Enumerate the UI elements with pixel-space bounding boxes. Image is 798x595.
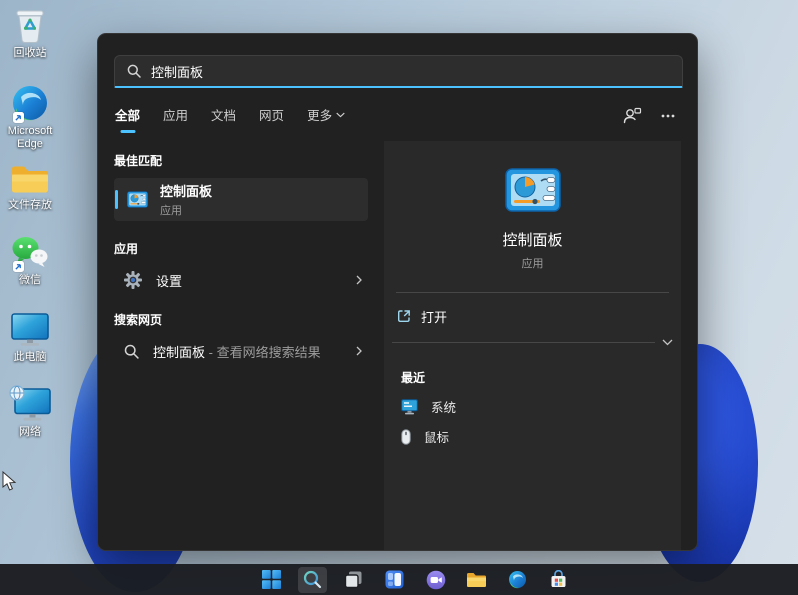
taskbar-task-view-button[interactable] [339, 567, 368, 593]
best-match-subtitle: 应用 [160, 202, 212, 218]
search-query-text: 控制面板 [151, 62, 203, 81]
preview-subtitle: 应用 [522, 255, 544, 271]
edge-icon [508, 570, 527, 589]
preview-pane: 控制面板 应用 打开 最近 系 [384, 141, 681, 550]
desktop-icon-label: Microsoft Edge [1, 125, 59, 151]
desktop-icon-label: 回收站 [14, 47, 47, 60]
taskbar-search-button[interactable] [298, 567, 327, 593]
best-match-result-control-panel[interactable]: 控制面板 应用 [114, 178, 368, 221]
result-web-search[interactable]: 控制面板 - 查看网络搜索结果 [114, 334, 368, 368]
web-result-suffix: - 查看网络搜索结果 [205, 345, 321, 360]
mouse-cursor [2, 471, 17, 492]
taskbar-chat-button[interactable] [421, 567, 450, 593]
divider [396, 292, 669, 293]
recycle-bin-icon [13, 4, 47, 44]
recent-item-mouse[interactable]: 鼠标 [384, 427, 449, 446]
wechat-icon [11, 231, 49, 271]
search-flyout: 控制面板 全部 应用 文档 网页 更多 [97, 33, 698, 551]
desktop-icon-wechat[interactable]: 微信 [0, 231, 60, 287]
result-settings[interactable]: 设置 [114, 263, 368, 297]
desktop-icon-label: 文件存放 [8, 199, 52, 212]
taskbar-icons [257, 564, 573, 595]
account-icon[interactable] [623, 107, 642, 124]
open-label: 打开 [421, 307, 447, 326]
tab-all[interactable]: 全部 [115, 105, 140, 133]
settings-gear-icon [124, 271, 142, 289]
search-input[interactable]: 控制面板 [114, 55, 683, 88]
tab-apps[interactable]: 应用 [163, 105, 188, 133]
best-match-title: 控制面板 [160, 181, 212, 200]
taskbar-start-button[interactable] [257, 567, 286, 593]
recent-item-label: 系统 [431, 397, 456, 416]
taskbar-widgets-button[interactable] [380, 567, 409, 593]
open-action[interactable]: 打开 [384, 298, 681, 334]
divider-expand [392, 339, 673, 346]
best-match-header: 最佳匹配 [114, 152, 368, 169]
expand-chevron-down-icon[interactable] [662, 339, 673, 346]
taskbar-file-explorer-button[interactable] [462, 567, 491, 593]
edge-icon [11, 82, 49, 122]
taskbar [0, 564, 798, 595]
search-header-icons [623, 107, 675, 124]
control-panel-icon [127, 191, 148, 208]
web-result-query: 控制面板 [153, 345, 205, 360]
desktop-icon-edge[interactable]: Microsoft Edge [0, 82, 60, 151]
desktop-icon-label: 网络 [19, 426, 41, 439]
file-explorer-icon [466, 571, 487, 589]
shortcut-arrow-badge [13, 112, 24, 123]
apps-section-header: 应用 [114, 240, 368, 257]
network-icon [9, 383, 51, 423]
chevron-down-icon [336, 112, 345, 118]
mouse-icon [401, 429, 411, 445]
search-filter-tabs: 全部 应用 文档 网页 更多 [115, 105, 345, 133]
recent-header: 最近 [384, 369, 425, 386]
recent-item-system[interactable]: 系统 [384, 397, 456, 416]
settings-label: 设置 [156, 271, 182, 290]
desktop-icon-label: 微信 [19, 274, 41, 287]
tab-web[interactable]: 网页 [259, 105, 284, 133]
taskbar-edge-button[interactable] [503, 567, 532, 593]
desktop-icon-recycle-bin[interactable]: 回收站 [0, 4, 60, 60]
search-results-column: 最佳匹配 控制面板 应用 应用 [98, 141, 384, 550]
desktop-icon-label: 此电脑 [14, 351, 47, 364]
desktop-icon-this-pc[interactable]: 此电脑 [0, 308, 60, 364]
windows-start-icon [262, 570, 281, 589]
microsoft-store-icon [549, 570, 568, 589]
chat-icon [426, 570, 446, 590]
tab-documents[interactable]: 文档 [211, 105, 236, 133]
web-section-header: 搜索网页 [114, 311, 368, 328]
taskbar-search-icon [303, 570, 322, 589]
system-icon [401, 399, 418, 415]
recent-item-label: 鼠标 [424, 427, 449, 446]
control-panel-icon-large [505, 168, 561, 212]
search-icon [127, 64, 141, 78]
widgets-icon [385, 570, 404, 589]
chevron-right-icon [356, 346, 362, 356]
folder-icon [10, 156, 50, 196]
chevron-right-icon [356, 275, 362, 285]
more-options-icon[interactable] [661, 114, 675, 118]
shortcut-arrow-badge [13, 261, 24, 272]
desktop-icon-network[interactable]: 网络 [0, 383, 60, 439]
search-icon [124, 344, 139, 359]
this-pc-icon [10, 308, 50, 348]
task-view-icon [344, 570, 363, 589]
preview-title: 控制面板 [502, 229, 562, 250]
open-external-icon [397, 309, 411, 323]
taskbar-store-button[interactable] [544, 567, 573, 593]
tab-more[interactable]: 更多 [307, 105, 345, 133]
desktop-icon-folder[interactable]: 文件存放 [0, 156, 60, 212]
